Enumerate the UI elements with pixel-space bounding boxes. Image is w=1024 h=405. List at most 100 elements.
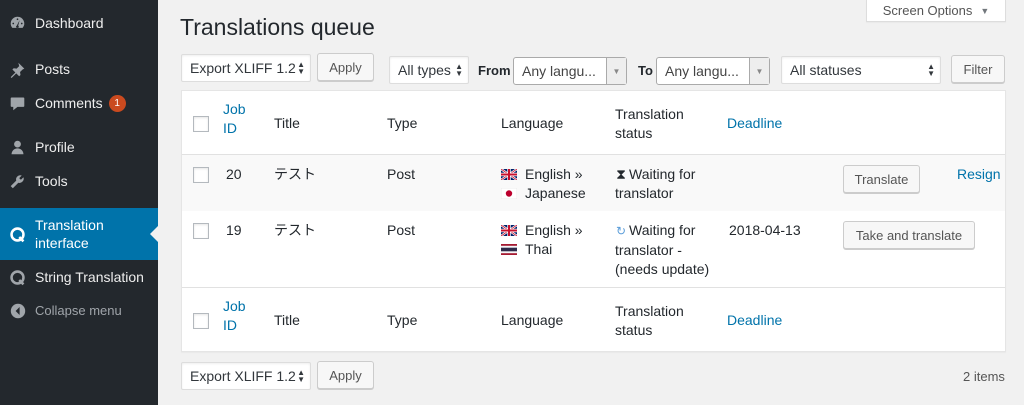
translate-button-label: Translate — [854, 171, 909, 187]
from-label: From — [478, 63, 511, 78]
job-deadline: 2018-04-13 — [729, 222, 801, 238]
target-language: Japanese — [525, 185, 586, 201]
uk-flag-icon — [501, 225, 517, 236]
column-footer-status: Translation status — [615, 302, 684, 340]
job-id-footer-line2: ID — [223, 317, 237, 333]
bulk-action-select-top[interactable]: Export XLIFF 1.2 ▲ ▼ — [181, 54, 311, 82]
status-footer-line1: Translation — [615, 303, 684, 319]
source-language: English » — [525, 166, 583, 182]
to-language-select[interactable]: Any langu... ▼ — [656, 57, 770, 85]
status-line: Waiting for — [629, 222, 696, 238]
pushpin-icon — [0, 61, 35, 78]
select-arrows-icon: ▲ ▼ — [297, 60, 305, 76]
caret-down-icon: ▼ — [980, 5, 990, 16]
job-id: 20 — [226, 166, 242, 182]
chevron-down-icon: ▼ — [606, 58, 626, 84]
filter-button[interactable]: Filter — [951, 55, 1005, 83]
column-header-job-id[interactable]: Job ID — [223, 100, 246, 138]
table-row: 19 テスト Post English » Thai ↻ Waiting for … — [182, 211, 1005, 287]
page-title: Translations queue — [180, 14, 375, 40]
translation-jobs-table: Job ID Title Type Language Translation s… — [181, 90, 1006, 352]
wpml-icon — [0, 226, 35, 243]
from-language-select[interactable]: Any langu... ▼ — [513, 57, 627, 85]
status-line: Waiting for — [629, 166, 696, 182]
status-line: translator — [615, 185, 674, 201]
status-header-line1: Translation — [615, 106, 684, 122]
menu-item-profile[interactable]: Profile — [0, 136, 158, 158]
menu-item-posts[interactable]: Posts — [0, 58, 158, 80]
job-id: 19 — [226, 222, 242, 238]
menu-item-string-translation[interactable]: String Translation — [0, 266, 158, 288]
bulk-action-value: Export XLIFF 1.2 — [190, 60, 296, 76]
menu-item-comments[interactable]: Comments 1 — [0, 92, 158, 114]
column-footer-deadline[interactable]: Deadline — [727, 311, 782, 330]
job-title: テスト — [274, 166, 316, 182]
job-status: ⧗ Waiting for translator — [615, 165, 695, 203]
menu-label-dashboard: Dashboard — [35, 15, 104, 31]
job-language: English » Japanese — [501, 165, 586, 203]
select-all-checkbox[interactable] — [193, 116, 209, 132]
dashboard-icon — [0, 15, 35, 32]
take-and-translate-button[interactable]: Take and translate — [843, 221, 975, 249]
job-id-header-line1: Job — [223, 101, 246, 117]
admin-sidebar: Dashboard Posts Comments 1 Profile Tools… — [0, 0, 158, 405]
job-id-footer-line1: Job — [223, 298, 246, 314]
menu-item-tools[interactable]: Tools — [0, 170, 158, 192]
to-label: To — [638, 63, 653, 78]
japan-flag-icon — [501, 188, 517, 199]
column-header-language: Language — [501, 115, 564, 131]
row-checkbox[interactable] — [193, 167, 209, 183]
resign-link[interactable]: Resign — [957, 165, 1001, 184]
from-language-value: Any langu... — [522, 63, 596, 79]
bulk-action-select-bottom[interactable]: Export XLIFF 1.2 ▲ ▼ — [181, 362, 311, 390]
menu-label-string-translation: String Translation — [35, 269, 144, 285]
source-language: English » — [525, 222, 583, 238]
select-arrows-icon: ▲ ▼ — [297, 368, 305, 384]
menu-label-posts: Posts — [35, 61, 71, 77]
column-header-deadline[interactable]: Deadline — [727, 114, 782, 133]
refresh-icon: ↻ — [615, 224, 627, 238]
screen-options-toggle[interactable]: Screen Options ▼ — [866, 0, 1006, 22]
type-filter-select[interactable]: All types ▲ ▼ — [389, 56, 469, 84]
job-status: ↻ Waiting for translator - (needs update) — [615, 221, 709, 279]
apply-label: Apply — [329, 59, 362, 75]
uk-flag-icon — [501, 169, 517, 180]
menu-item-translation-interface[interactable]: Translation interface — [0, 208, 158, 260]
column-footer-language: Language — [501, 312, 564, 328]
comment-count-badge: 1 — [108, 94, 126, 112]
menu-label-collapse: Collapse menu — [35, 303, 122, 318]
job-language: English » Thai — [501, 221, 583, 259]
menu-label-profile: Profile — [35, 139, 75, 155]
status-line: (needs update) — [615, 261, 710, 277]
status-line: translator - — [615, 242, 682, 258]
user-icon — [0, 139, 35, 156]
select-arrows-icon: ▲ ▼ — [927, 62, 935, 78]
table-footer-row: Job ID Title Type Language Translation s… — [182, 287, 1005, 351]
collapse-menu-button[interactable]: Collapse menu — [0, 300, 158, 322]
thailand-flag-icon — [501, 244, 517, 255]
table-header-row: Job ID Title Type Language Translation s… — [182, 91, 1005, 155]
row-checkbox[interactable] — [193, 223, 209, 239]
translate-button[interactable]: Translate — [843, 165, 920, 193]
wrench-icon — [0, 173, 35, 190]
hourglass-icon: ⧗ — [616, 166, 626, 182]
select-all-checkbox[interactable] — [193, 313, 209, 329]
job-type: Post — [387, 166, 416, 182]
status-filter-value: All statuses — [790, 62, 862, 78]
menu-item-dashboard[interactable]: Dashboard — [0, 12, 158, 34]
apply-button-top[interactable]: Apply — [317, 53, 374, 81]
column-footer-job-id[interactable]: Job ID — [223, 297, 246, 335]
apply-button-bottom[interactable]: Apply — [317, 361, 374, 389]
take-and-translate-label: Take and translate — [855, 227, 963, 243]
column-footer-title: Title — [274, 312, 300, 328]
status-header-line2: status — [615, 125, 653, 141]
target-language: Thai — [525, 241, 553, 257]
status-filter-select[interactable]: All statuses ▲ ▼ — [781, 56, 941, 84]
column-header-title: Title — [274, 115, 300, 131]
table-row: 20 テスト Post English » Japanese ⧗ Waiting … — [182, 155, 1005, 211]
wpml-icon — [0, 269, 35, 286]
column-footer-type: Type — [387, 312, 418, 328]
menu-label-tools: Tools — [35, 173, 68, 189]
column-header-type: Type — [387, 115, 418, 131]
comment-icon — [0, 95, 35, 112]
